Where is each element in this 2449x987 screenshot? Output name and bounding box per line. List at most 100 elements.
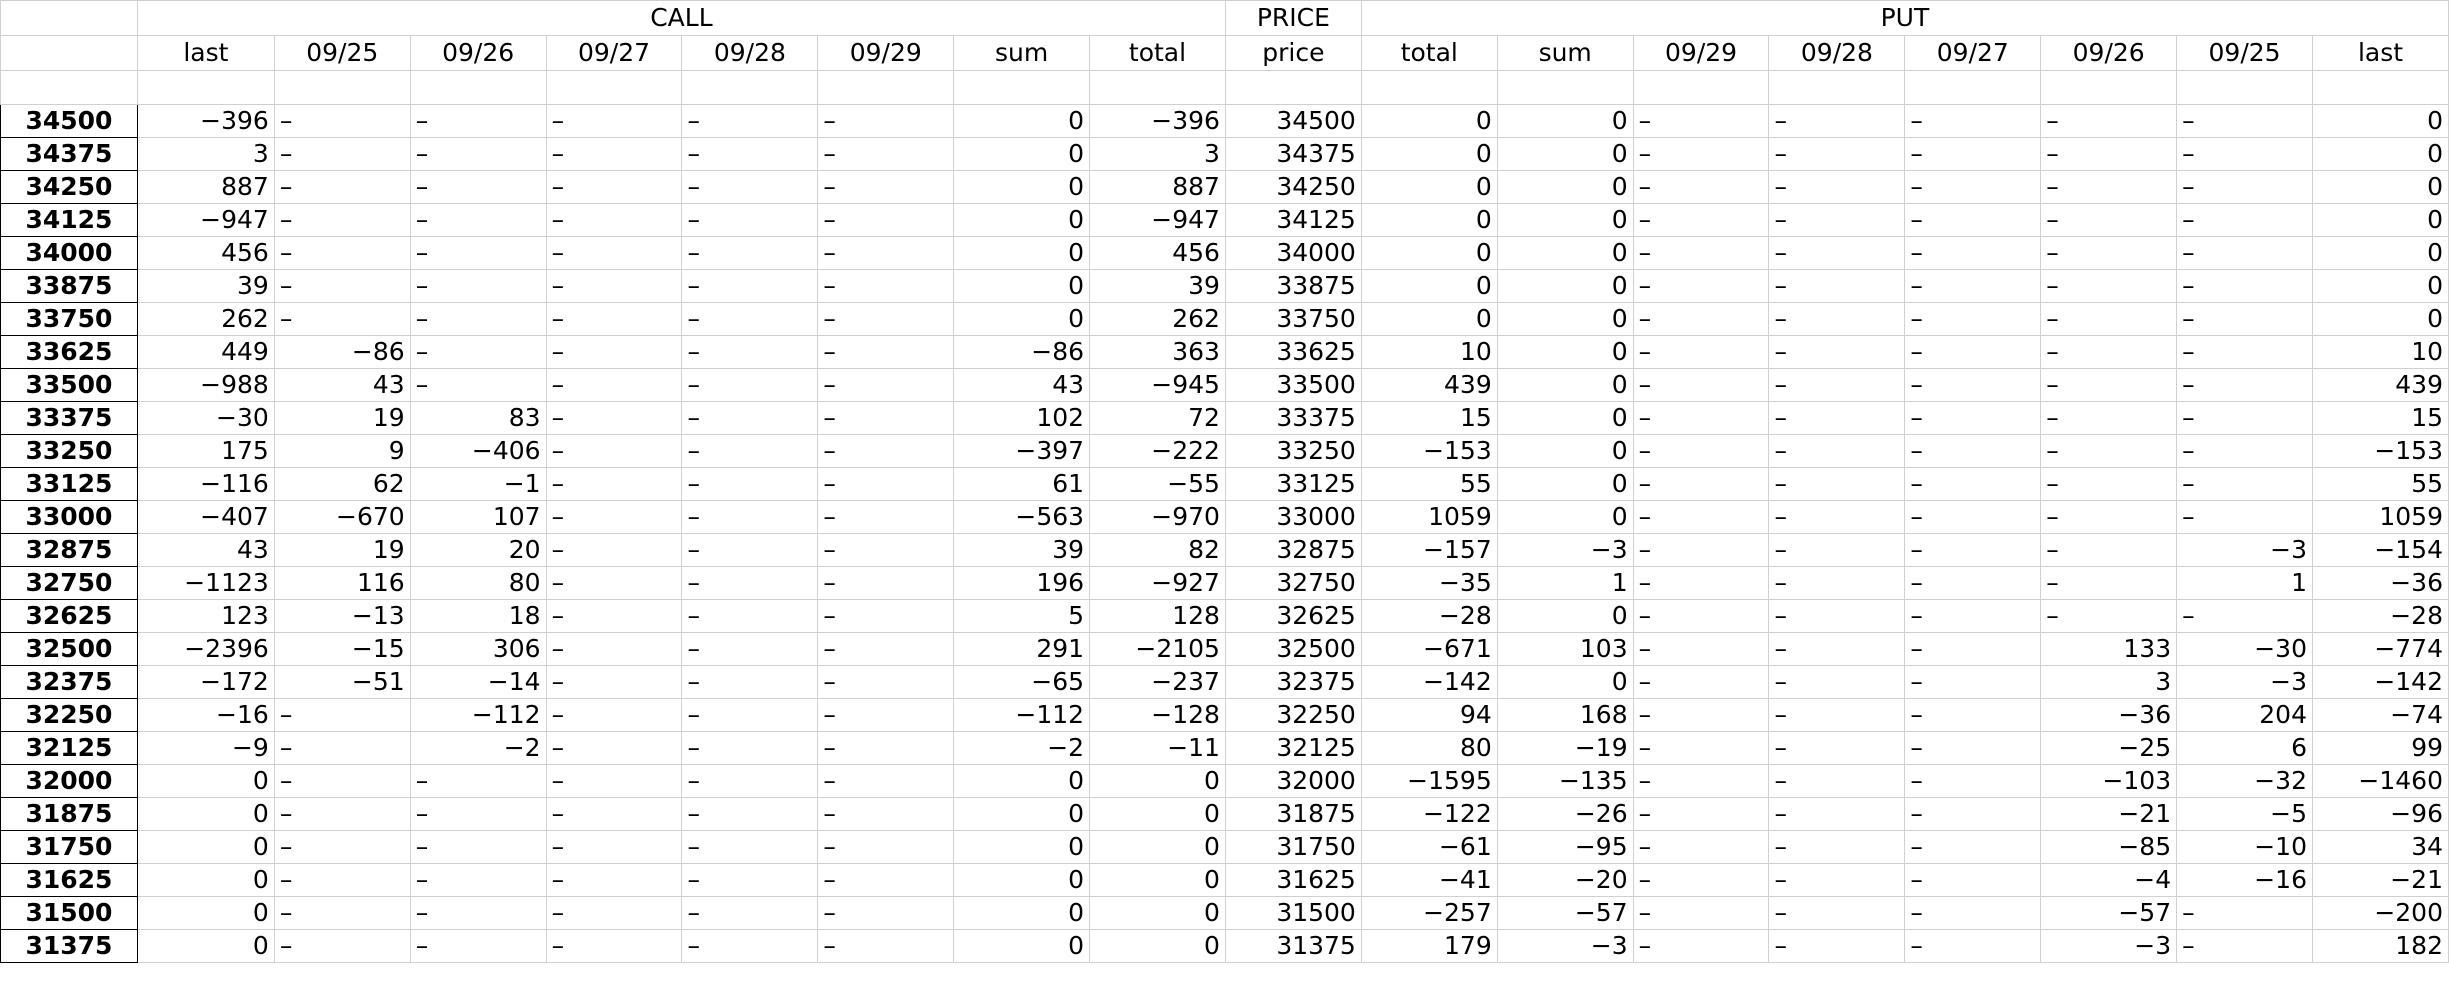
data-cell[interactable]: – [681,698,819,732]
data-cell[interactable]: – [1768,665,1906,699]
data-cell[interactable]: 32750 [1224,566,1362,600]
data-cell[interactable]: – [2176,335,2313,369]
data-cell[interactable]: – [545,203,683,237]
data-cell[interactable]: −36 [2311,566,2449,600]
data-cell[interactable]: – [545,830,683,864]
data-cell[interactable]: – [1632,335,1770,369]
data-cell[interactable]: −25 [2040,731,2178,765]
data-cell[interactable]: – [817,467,955,501]
data-cell[interactable]: – [681,863,819,897]
data-cell[interactable]: 82 [1089,533,1226,567]
data-cell[interactable]: −112 [409,698,547,732]
data-cell[interactable]: 456 [136,236,275,270]
data-cell[interactable]: 0 [1360,203,1498,237]
data-cell[interactable]: – [2040,269,2178,303]
data-cell[interactable]: – [1768,170,1906,204]
data-cell[interactable]: 123 [136,599,275,633]
data-cell[interactable]: 83 [409,401,547,435]
row-header[interactable]: 33000 [0,500,138,534]
row-header[interactable]: 34250 [0,170,138,204]
data-cell[interactable]: 33875 [1224,269,1362,303]
column-header[interactable]: sum [953,35,1091,71]
data-cell[interactable]: −36 [2040,698,2178,732]
data-cell[interactable]: −21 [2040,797,2178,831]
data-cell[interactable]: 19 [273,533,411,567]
data-cell[interactable]: – [545,764,683,798]
data-cell[interactable]: 31875 [1224,797,1362,831]
empty-cell[interactable] [409,70,547,105]
data-cell[interactable]: −947 [136,203,275,237]
data-cell[interactable]: – [273,170,411,204]
data-cell[interactable]: −20 [1496,863,1634,897]
data-cell[interactable]: – [1904,302,2042,336]
column-header[interactable]: 09/25 [273,35,411,71]
data-cell[interactable]: – [409,368,547,402]
data-cell[interactable]: −96 [2311,797,2449,831]
data-cell[interactable]: – [545,500,683,534]
data-cell[interactable]: – [681,665,819,699]
column-header[interactable]: 09/27 [1904,35,2042,71]
data-cell[interactable]: 0 [2311,236,2449,270]
empty-cell[interactable] [1224,70,1362,105]
data-cell[interactable]: – [409,203,547,237]
data-cell[interactable]: 0 [1496,203,1634,237]
data-cell[interactable]: 291 [953,632,1091,666]
data-cell[interactable]: −774 [2311,632,2449,666]
data-cell[interactable]: −55 [1089,467,1226,501]
data-cell[interactable]: 34000 [1224,236,1362,270]
data-cell[interactable]: – [817,434,955,468]
data-cell[interactable]: 0 [136,797,275,831]
data-cell[interactable]: – [2040,368,2178,402]
column-header[interactable]: 09/27 [545,35,683,71]
empty-cell[interactable] [2040,70,2178,105]
data-cell[interactable]: – [817,533,955,567]
data-cell[interactable]: – [2176,236,2313,270]
data-cell[interactable]: −135 [1496,764,1634,798]
data-cell[interactable]: – [1632,830,1770,864]
data-cell[interactable]: – [545,863,683,897]
row-header[interactable]: 34000 [0,236,138,270]
empty-cell[interactable] [1089,70,1226,105]
data-cell[interactable]: – [273,896,411,930]
corner-cell[interactable] [0,0,138,36]
data-cell[interactable]: −3 [2176,533,2313,567]
data-cell[interactable]: 72 [1089,401,1226,435]
data-cell[interactable]: 39 [1089,269,1226,303]
data-cell[interactable]: 0 [1360,170,1498,204]
data-cell[interactable]: – [1904,104,2042,138]
data-cell[interactable]: – [2176,269,2313,303]
row-header[interactable]: 31875 [0,797,138,831]
data-cell[interactable]: – [1904,599,2042,633]
data-cell[interactable]: – [681,500,819,534]
data-cell[interactable]: 0 [953,830,1091,864]
data-cell[interactable]: 15 [2311,401,2449,435]
empty-cell[interactable] [273,70,411,105]
data-cell[interactable]: −30 [136,401,275,435]
data-cell[interactable]: 31500 [1224,896,1362,930]
data-cell[interactable]: 0 [1360,269,1498,303]
data-cell[interactable]: – [2040,335,2178,369]
data-cell[interactable]: 0 [1496,236,1634,270]
data-cell[interactable]: – [1768,500,1906,534]
data-cell[interactable]: – [409,863,547,897]
data-cell[interactable]: 262 [1089,302,1226,336]
data-cell[interactable]: 0 [2311,203,2449,237]
data-cell[interactable]: – [2040,302,2178,336]
data-cell[interactable]: 0 [1496,269,1634,303]
column-header[interactable]: total [1360,35,1498,71]
data-cell[interactable]: 39 [136,269,275,303]
data-cell[interactable]: 32250 [1224,698,1362,732]
data-cell[interactable]: 1 [1496,566,1634,600]
data-cell[interactable]: – [1904,863,2042,897]
data-cell[interactable]: – [1904,929,2042,963]
data-cell[interactable]: 0 [1496,302,1634,336]
data-cell[interactable]: – [2040,599,2178,633]
data-cell[interactable]: – [681,797,819,831]
data-cell[interactable]: −671 [1360,632,1498,666]
data-cell[interactable]: – [273,863,411,897]
data-cell[interactable]: – [1768,632,1906,666]
data-cell[interactable]: −142 [1360,665,1498,699]
data-cell[interactable]: – [1632,665,1770,699]
data-cell[interactable]: – [1904,368,2042,402]
data-cell[interactable]: 0 [953,137,1091,171]
